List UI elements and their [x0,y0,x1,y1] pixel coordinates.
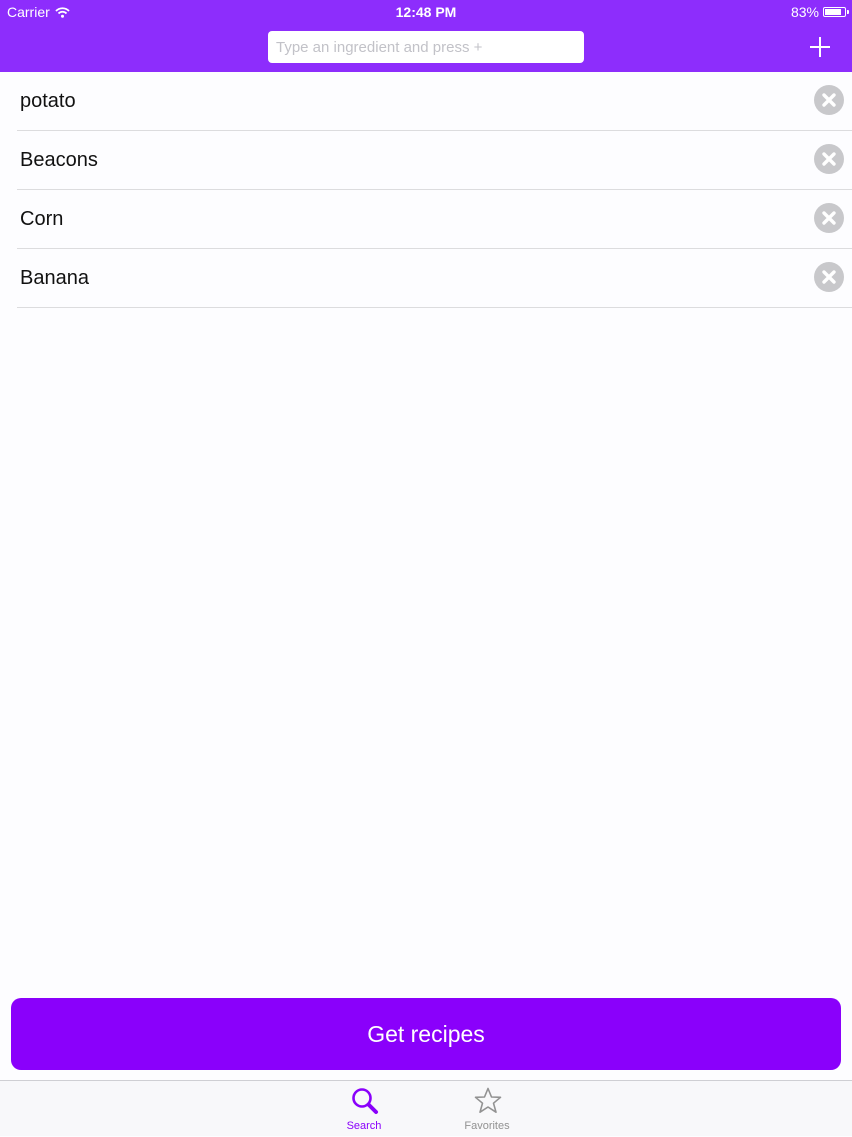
ingredient-name: Corn [20,208,64,230]
search-icon [352,1088,378,1114]
ingredient-row[interactable]: potato [17,72,852,131]
ingredient-name: Banana [20,267,89,289]
plus-icon[interactable] [806,33,834,61]
ingredient-row[interactable]: Corn [17,190,852,249]
status-bar: Carrier 12:48 PM 83% [0,0,852,24]
battery-percentage: 83% [790,4,819,20]
tab-search[interactable]: Search [319,1081,409,1137]
ingredient-list: potato Beacons Corn Banana [0,72,852,308]
clock: 12:48 PM [395,4,457,20]
ingredient-name: potato [20,90,76,112]
ingredient-row[interactable]: Banana [17,249,852,308]
tab-favorites[interactable]: Favorites [442,1081,532,1137]
battery-icon [823,7,849,17]
ingredient-input[interactable] [268,31,584,63]
battery-level [825,9,841,15]
tab-bar: Search Favorites [0,1080,852,1136]
tab-label: Search [346,1120,382,1132]
battery-indicator: 83% [790,4,849,20]
clear-icon[interactable] [814,85,844,115]
clear-icon[interactable] [814,203,844,233]
navigation-bar: Carrier 12:48 PM 83% [0,0,852,72]
star-icon [474,1087,502,1114]
get-recipes-button[interactable]: Get recipes [11,998,841,1070]
ingredient-name: Beacons [20,149,98,171]
clear-icon[interactable] [814,144,844,174]
ingredient-row[interactable]: Beacons [17,131,852,190]
tab-label: Favorites [464,1120,510,1132]
clear-icon[interactable] [814,262,844,292]
